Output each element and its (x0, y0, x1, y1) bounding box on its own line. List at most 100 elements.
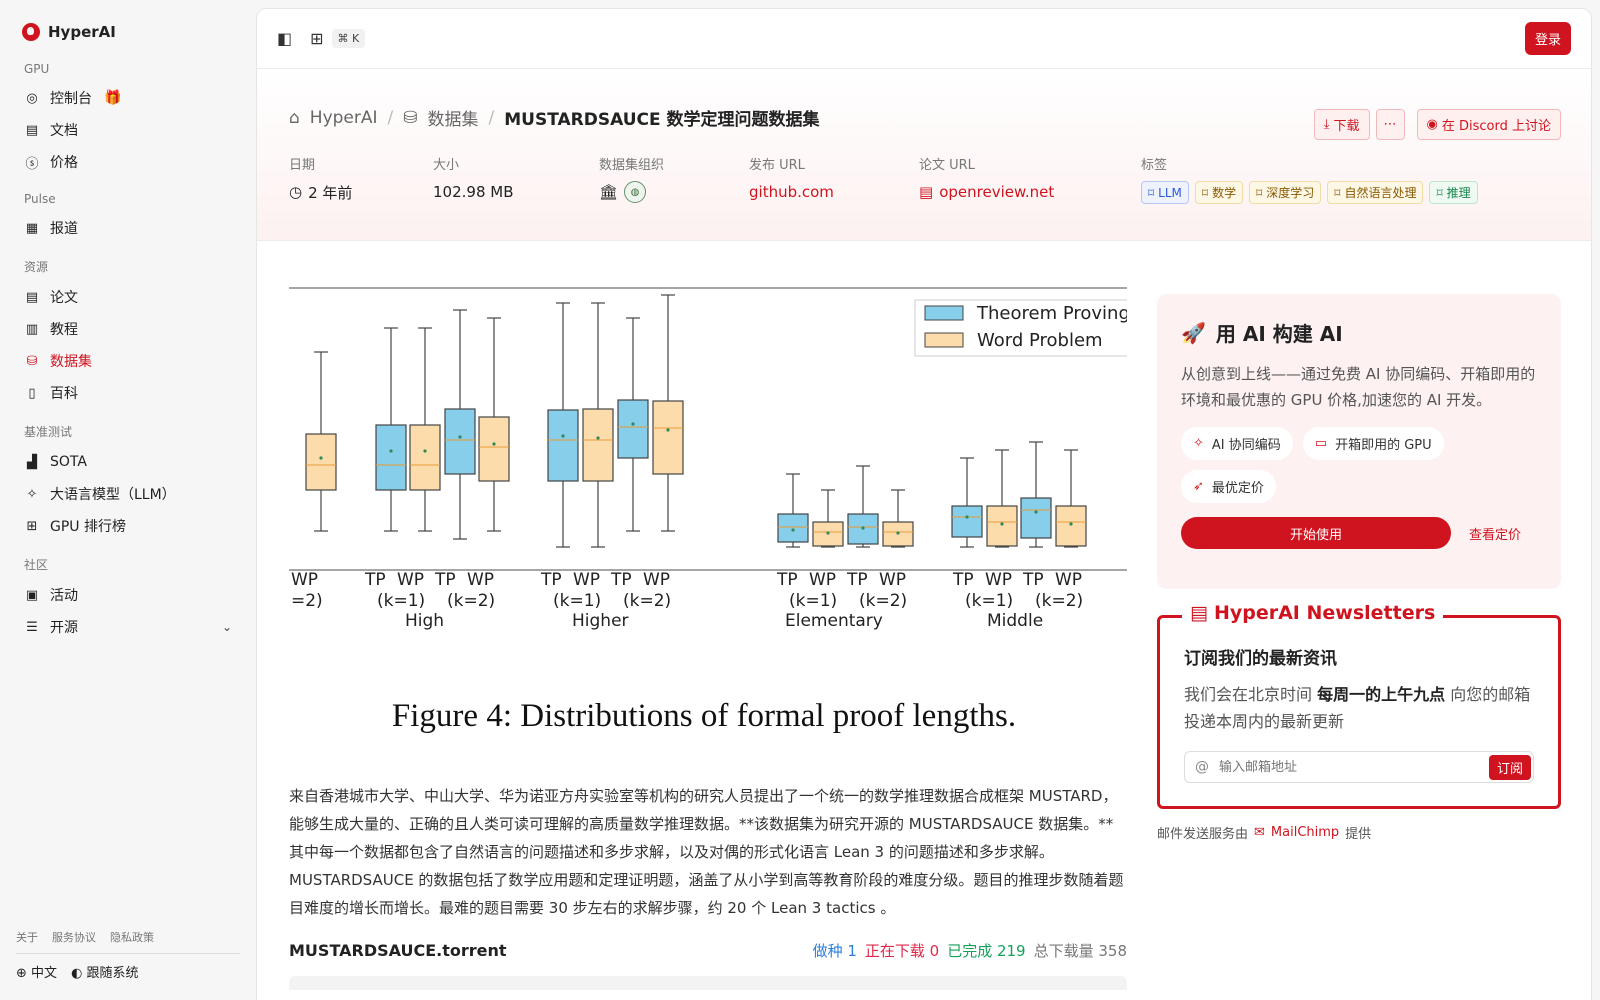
sidebar-item-docs[interactable]: ▤ 文档 (16, 114, 240, 146)
paper-url-link[interactable]: ▤ openreview.net (919, 181, 1141, 203)
more-options-button[interactable]: ⋯ (1375, 109, 1405, 140)
breadcrumb-section[interactable]: 数据集 (428, 105, 479, 130)
box-theorem-proving (1020, 441, 1052, 548)
encyclopedia-icon: ▯ (28, 385, 36, 401)
sidebar-item-tutorials[interactable]: ▥ 教程 (16, 313, 240, 345)
footer-link-terms[interactable]: 服务协议 (52, 929, 96, 945)
legend-label-wp: Word Problem (977, 330, 1103, 351)
newsletter-legend: ▤ HyperAI Newsletters (1182, 602, 1444, 624)
get-started-button[interactable]: 开始使用 (1181, 517, 1451, 549)
tick-label: WP (879, 570, 906, 590)
dataset-header: ⌂ HyperAI / ⛁ 数据集 / MUSTARDSAUCE 数学定理问题数… (257, 69, 1591, 241)
sidebar-item-label: 文档 (50, 123, 78, 139)
discord-button[interactable]: ◉ 在 Discord 上讨论 (1416, 109, 1561, 140)
torrent-file-name[interactable]: MUSTARDSAUCE.torrent (289, 941, 507, 960)
tick-label: Elementary (785, 611, 883, 631)
breadcrumb-home[interactable]: HyperAI (310, 108, 378, 128)
meta-paper-url: 论文 URL ▤ openreview.net (919, 154, 1141, 204)
tick-label: TP (364, 570, 386, 590)
box-word-problem (582, 302, 614, 548)
sidebar-item-events[interactable]: ▣ 活动 (16, 579, 240, 611)
sidebar-item-label: GPU 排行榜 (50, 519, 126, 535)
sparkles-icon: ✧ (1193, 436, 1204, 451)
footer-link-privacy[interactable]: 隐私政策 (110, 929, 154, 945)
sidebar-item-console[interactable]: ◎ 控制台 🎁 (16, 82, 240, 114)
sidebar-item-open-source[interactable]: ☰ 开源 ⌄ (16, 611, 240, 643)
tick-label: =2) (291, 591, 323, 611)
paper-icon: ▤ (25, 289, 39, 305)
sparkles-icon: ✧ (26, 486, 38, 502)
sidebar-item-news[interactable]: ▦ 报道 (16, 212, 240, 244)
command-shortcut[interactable]: ⌘ K (331, 29, 366, 48)
tick-label: TP (434, 570, 456, 590)
org-logo-icon[interactable]: ◍ (624, 181, 647, 203)
paper-url-text: openreview.net (939, 183, 1055, 201)
theme-switcher[interactable]: ◐ 跟随系统 (71, 962, 139, 981)
language-switcher[interactable]: ⊕ 中文 (16, 962, 57, 981)
tag-label: 深度学习 (1266, 186, 1315, 200)
sidebar-item-papers[interactable]: ▤ 论文 (16, 281, 240, 313)
tick-label: WP (573, 570, 600, 590)
home-icon: ⌂ (289, 107, 300, 128)
tick-label: (k=1) (377, 591, 425, 611)
tag-reasoning[interactable]: ⌑ 推理 (1429, 181, 1478, 204)
sidebar-item-gpu-leaderboard[interactable]: ⊞ GPU 排行榜 (16, 510, 240, 542)
sidebar-item-datasets[interactable]: ⛁ 数据集 (16, 345, 240, 377)
nav-group-benchmarks: 基准测试 (24, 425, 73, 439)
view-pricing-link[interactable]: 查看定价 (1469, 524, 1521, 543)
brand[interactable]: HyperAI (16, 16, 240, 48)
sidebar-item-label: 活动 (50, 588, 78, 604)
box-body (375, 424, 407, 491)
date-value: 2 年前 (308, 183, 353, 202)
sidebar-item-pricing[interactable]: ⓢ 价格 (16, 146, 240, 178)
sidebar-item-wiki[interactable]: ▯ 百科 (16, 377, 240, 409)
sidebar-item-label: 价格 (50, 155, 78, 171)
ellipsis-icon: ⋯ (1383, 117, 1397, 132)
tick-label: TP (776, 570, 798, 590)
sidebar-item-llm[interactable]: ✧ 大语言模型（LLM） (16, 478, 240, 510)
newsletter-card: ▤ HyperAI Newsletters 订阅我们的最新资讯 我们会在北京时间… (1157, 602, 1561, 809)
mailchimp-link[interactable]: MailChimp (1271, 825, 1339, 840)
database-icon: ⛁ (403, 107, 418, 128)
tag-label: 数学 (1212, 186, 1237, 200)
tag-deep-learning[interactable]: ⌑ 深度学习 (1249, 181, 1322, 204)
sidebar-item-sota[interactable]: ▟ SOTA (16, 446, 240, 478)
login-button[interactable]: 登录 (1524, 22, 1571, 55)
meta-org: 数据集组织 🏛 ◍ (599, 154, 749, 204)
breadcrumb-separator: / (387, 107, 394, 128)
document-icon: ▤ (919, 183, 934, 201)
subscribe-button[interactable]: 订阅 (1488, 754, 1531, 780)
footer-link-about[interactable]: 关于 (16, 929, 38, 945)
sidebar: HyperAI GPU ◎ 控制台 🎁 ▤ 文档 ⓢ 价格 Pulse ▦ 报道… (0, 0, 256, 1000)
tick-label: TP (540, 570, 562, 590)
box-word-problem (478, 317, 510, 532)
download-button[interactable]: ⤓ 下载 (1313, 109, 1370, 140)
tag-llm[interactable]: ⌑ LLM (1141, 181, 1189, 204)
tag-icon: ⌑ (1334, 185, 1341, 200)
institution-icon[interactable]: 🏛 (599, 183, 618, 201)
release-url-link[interactable]: github.com (749, 181, 919, 203)
email-input[interactable] (1219, 759, 1489, 775)
tag-label: 自然语言处理 (1344, 186, 1417, 200)
box-mean (896, 531, 900, 535)
tag-math[interactable]: ⌑ 数学 (1194, 181, 1244, 204)
box-mean (596, 436, 600, 440)
download-icon: ⤓ (1323, 117, 1330, 132)
server-icon: ▭ (1314, 436, 1328, 451)
meta-label: 日期 (289, 158, 316, 173)
chevron-down-icon: ⌄ (221, 620, 232, 634)
box-mean (423, 449, 427, 453)
completed-count: 已完成 219 (947, 941, 1026, 960)
meta-date: 日期 ◷ 2 年前 (289, 154, 433, 204)
sidebar-toggle-icon[interactable]: ◧ (277, 29, 292, 48)
hyperai-logo-icon (22, 23, 40, 41)
tag-icon: ⌑ (1201, 185, 1209, 200)
box-word-problem (882, 489, 914, 548)
tag-nlp[interactable]: ⌑ 自然语言处理 (1327, 181, 1424, 204)
torrent-file-list (289, 976, 1127, 990)
box-body (617, 399, 649, 459)
apps-grid-icon[interactable]: ⊞ (310, 29, 323, 48)
tick-label: WP (809, 570, 836, 590)
box-mean (1000, 522, 1004, 526)
tick-label: WP (985, 570, 1012, 590)
